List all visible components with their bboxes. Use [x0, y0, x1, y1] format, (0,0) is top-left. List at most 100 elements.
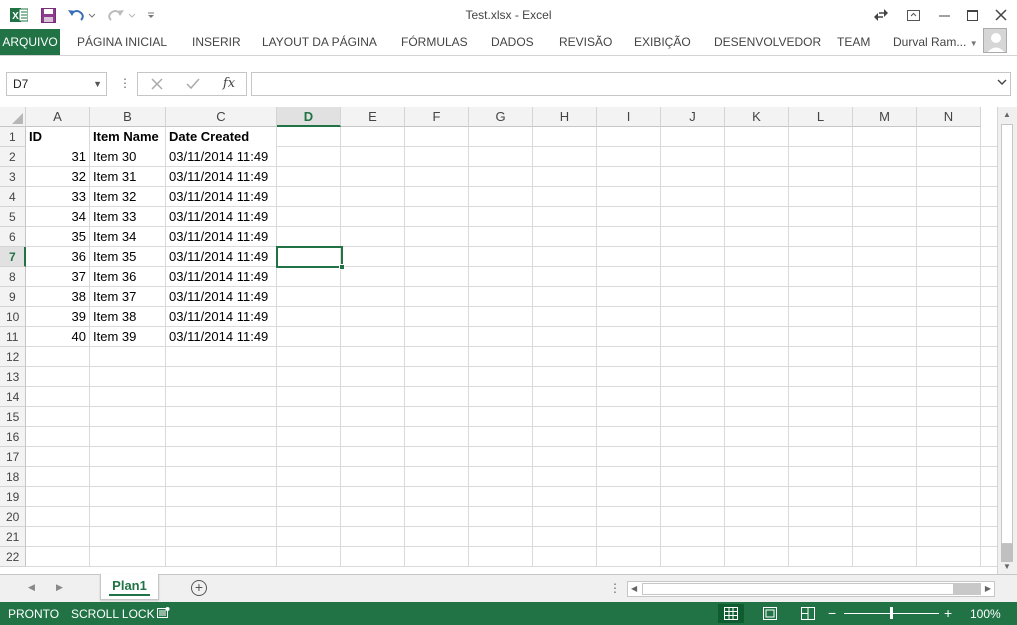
cell-c17[interactable]: [166, 447, 277, 467]
cell-d15[interactable]: [277, 407, 341, 427]
cell-k18[interactable]: [725, 467, 789, 487]
cell-k11[interactable]: [725, 327, 789, 347]
cell-d20[interactable]: [277, 507, 341, 527]
cell-c1[interactable]: Date Created: [166, 127, 277, 147]
cell-l10[interactable]: [789, 307, 853, 327]
cell-h12[interactable]: [533, 347, 597, 367]
row-header-20[interactable]: 20: [0, 507, 26, 527]
cell-c18[interactable]: [166, 467, 277, 487]
cell-g6[interactable]: [469, 227, 533, 247]
tab-pagina-inicial[interactable]: PÁGINA INICIAL: [71, 29, 173, 55]
cell-k6[interactable]: [725, 227, 789, 247]
formula-bar-grip-icon[interactable]: ⋮: [119, 76, 131, 90]
account-switch-icon[interactable]: [869, 4, 893, 26]
cell-j11[interactable]: [661, 327, 725, 347]
cell-f22[interactable]: [405, 547, 469, 567]
cell-n2[interactable]: [917, 147, 981, 167]
cell-d6[interactable]: [277, 227, 341, 247]
formula-input[interactable]: [251, 72, 1011, 96]
cell-h5[interactable]: [533, 207, 597, 227]
cell-j15[interactable]: [661, 407, 725, 427]
cell-n3[interactable]: [917, 167, 981, 187]
cell-e10[interactable]: [341, 307, 405, 327]
cell-d3[interactable]: [277, 167, 341, 187]
cell-m16[interactable]: [853, 427, 917, 447]
zoom-in-icon[interactable]: +: [944, 605, 952, 621]
cell-m21[interactable]: [853, 527, 917, 547]
cell-i1[interactable]: [597, 127, 661, 147]
column-header-a[interactable]: A: [26, 107, 90, 127]
cell-a5[interactable]: 34: [26, 207, 90, 227]
cell-l5[interactable]: [789, 207, 853, 227]
cell-l20[interactable]: [789, 507, 853, 527]
cell-m6[interactable]: [853, 227, 917, 247]
cell-g2[interactable]: [469, 147, 533, 167]
cell-k13[interactable]: [725, 367, 789, 387]
cancel-icon[interactable]: [145, 75, 169, 93]
cell-c19[interactable]: [166, 487, 277, 507]
cell-h13[interactable]: [533, 367, 597, 387]
cell-n1[interactable]: [917, 127, 981, 147]
minimize-icon[interactable]: [932, 4, 956, 26]
cell-g21[interactable]: [469, 527, 533, 547]
cell-b4[interactable]: Item 32: [90, 187, 166, 207]
cell-m12[interactable]: [853, 347, 917, 367]
cell-f13[interactable]: [405, 367, 469, 387]
cell-m11[interactable]: [853, 327, 917, 347]
cell-c16[interactable]: [166, 427, 277, 447]
cell-n22[interactable]: [917, 547, 981, 567]
cell-g8[interactable]: [469, 267, 533, 287]
cell-a4[interactable]: 33: [26, 187, 90, 207]
cell-e15[interactable]: [341, 407, 405, 427]
cell-e17[interactable]: [341, 447, 405, 467]
cell-e13[interactable]: [341, 367, 405, 387]
cell-b21[interactable]: [90, 527, 166, 547]
cell-k4[interactable]: [725, 187, 789, 207]
cell-n15[interactable]: [917, 407, 981, 427]
column-header-c[interactable]: C: [166, 107, 277, 127]
cell-c13[interactable]: [166, 367, 277, 387]
cell-b19[interactable]: [90, 487, 166, 507]
cell-a7[interactable]: 36: [26, 247, 90, 267]
cell-b12[interactable]: [90, 347, 166, 367]
row-header-2[interactable]: 2: [0, 147, 26, 167]
column-header-l[interactable]: L: [789, 107, 853, 127]
horizontal-scrollbar[interactable]: ◀ ▶: [627, 581, 995, 597]
cell-n18[interactable]: [917, 467, 981, 487]
zoom-out-icon[interactable]: −: [828, 605, 836, 621]
cell-l11[interactable]: [789, 327, 853, 347]
cell-b6[interactable]: Item 34: [90, 227, 166, 247]
cell-b17[interactable]: [90, 447, 166, 467]
cell-j19[interactable]: [661, 487, 725, 507]
column-header-k[interactable]: K: [725, 107, 789, 127]
cell-f11[interactable]: [405, 327, 469, 347]
cell-e22[interactable]: [341, 547, 405, 567]
cell-j5[interactable]: [661, 207, 725, 227]
cell-i6[interactable]: [597, 227, 661, 247]
cell-d2[interactable]: [277, 147, 341, 167]
cell-k19[interactable]: [725, 487, 789, 507]
cell-a22[interactable]: [26, 547, 90, 567]
cell-g18[interactable]: [469, 467, 533, 487]
cell-c4[interactable]: 03/11/2014 11:49: [166, 187, 277, 207]
cell-e2[interactable]: [341, 147, 405, 167]
cell-l22[interactable]: [789, 547, 853, 567]
row-header-1[interactable]: 1: [0, 127, 26, 147]
cell-m13[interactable]: [853, 367, 917, 387]
cell-f18[interactable]: [405, 467, 469, 487]
cell-f14[interactable]: [405, 387, 469, 407]
cell-h7[interactable]: [533, 247, 597, 267]
cell-k5[interactable]: [725, 207, 789, 227]
row-header-9[interactable]: 9: [0, 287, 26, 307]
cell-a3[interactable]: 32: [26, 167, 90, 187]
cell-b9[interactable]: Item 37: [90, 287, 166, 307]
column-header-f[interactable]: F: [405, 107, 469, 127]
tab-arquivo[interactable]: ARQUIVO: [0, 29, 60, 55]
page-break-preview-icon[interactable]: [795, 604, 821, 623]
cell-k9[interactable]: [725, 287, 789, 307]
cell-e14[interactable]: [341, 387, 405, 407]
cell-k12[interactable]: [725, 347, 789, 367]
cell-g22[interactable]: [469, 547, 533, 567]
cell-h22[interactable]: [533, 547, 597, 567]
new-sheet-icon[interactable]: +: [191, 580, 207, 596]
